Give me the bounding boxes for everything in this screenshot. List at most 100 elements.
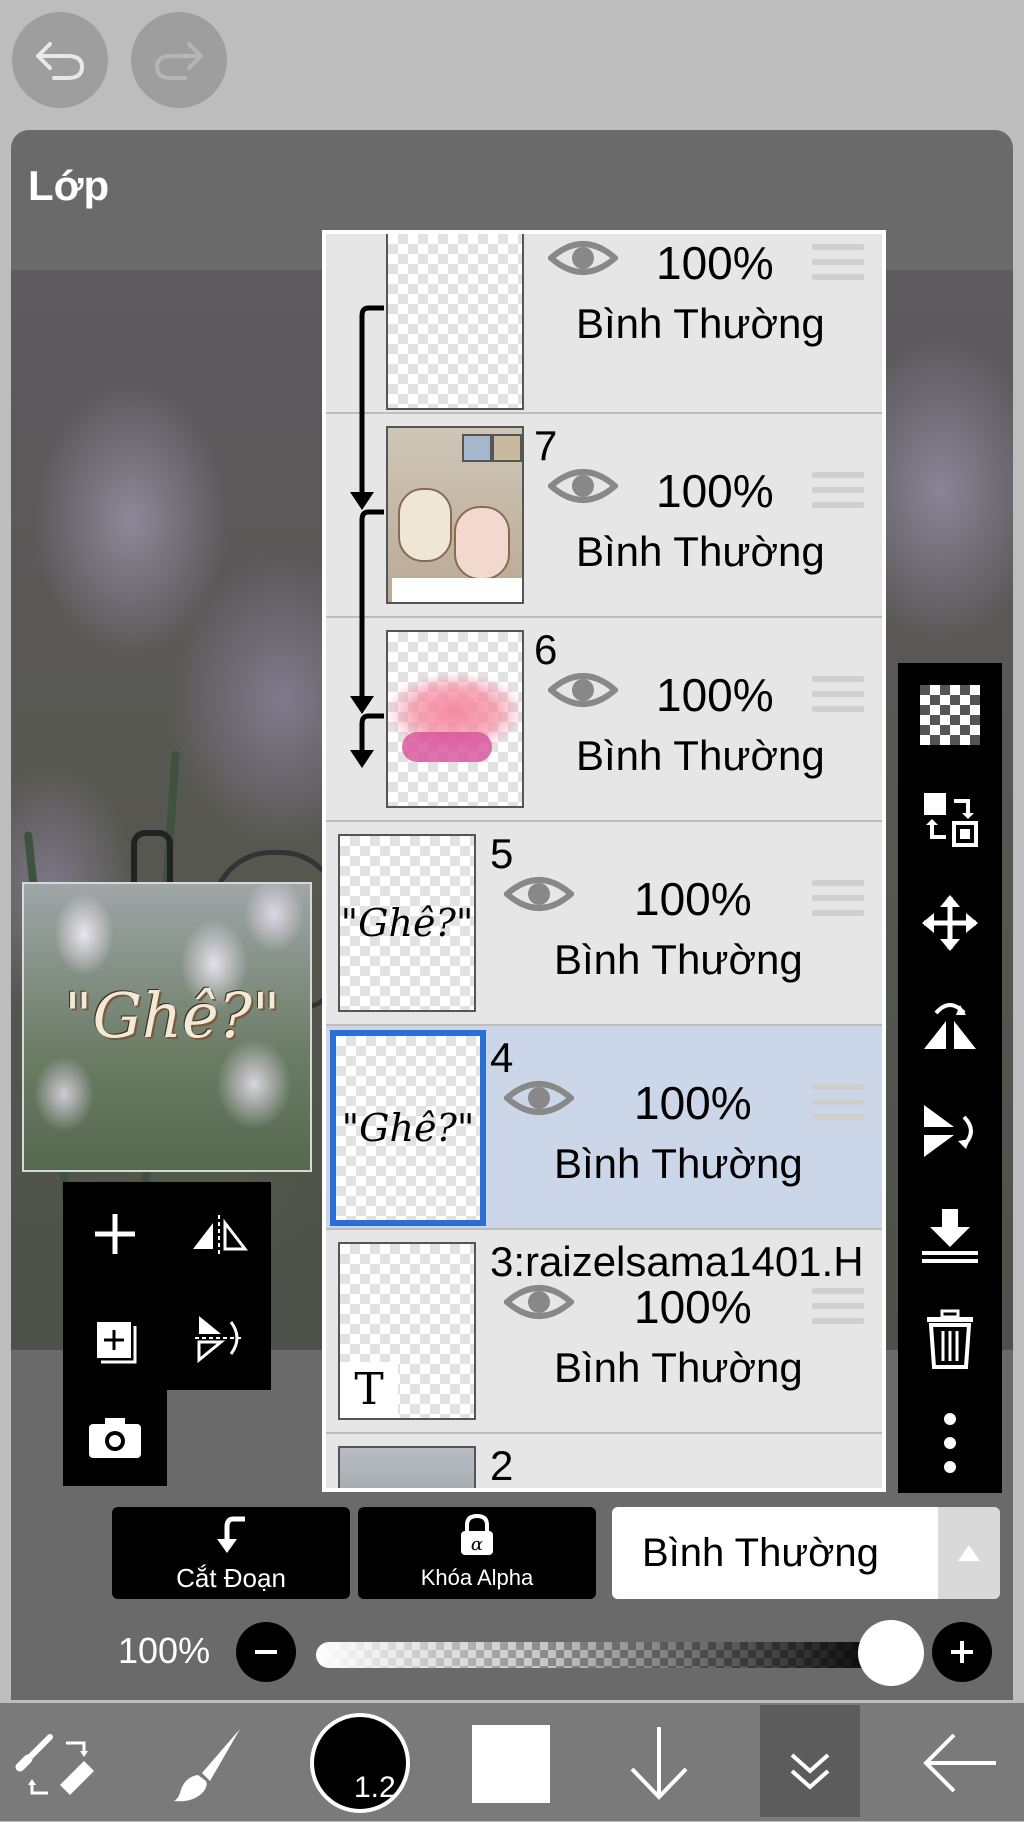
tool-switch-button[interactable]	[14, 1723, 104, 1803]
triangle-up-icon	[958, 1545, 980, 1561]
layer-blend-mode: Bình Thường	[554, 1140, 803, 1187]
layer-row[interactable]: 7 100% Bình Thường	[326, 414, 882, 618]
drag-handle-icon[interactable]	[812, 244, 864, 284]
add-layer-button[interactable]	[63, 1182, 167, 1286]
thumbnail-text: "Ghê?"	[64, 979, 281, 1052]
flip-vertical-layer-button[interactable]	[898, 1079, 1002, 1183]
drag-handle-icon[interactable]	[812, 472, 864, 512]
layer-opacity: 100%	[656, 669, 774, 721]
opacity-decrease-button[interactable]	[236, 1622, 296, 1682]
flip-horizontal-icon	[924, 1003, 976, 1049]
plus-icon	[95, 1214, 135, 1254]
layer-list[interactable]: 100% Bình Thường 7 100% Bình Thường 6 10…	[322, 230, 886, 1492]
clipping-label: Cắt Đoạn	[176, 1563, 286, 1593]
reference-button[interactable]	[898, 767, 1002, 871]
layer-name: 5	[490, 830, 514, 877]
top-bar	[0, 0, 1024, 134]
thumb-strip	[392, 578, 522, 602]
back-button[interactable]	[920, 1723, 1000, 1803]
layer-thumbnail: "Ghê?"	[338, 834, 476, 1012]
drag-handle-icon[interactable]	[812, 880, 864, 920]
clipping-button[interactable]: Cắt Đoạn	[112, 1507, 350, 1599]
layer-opacity: 100%	[634, 1484, 752, 1488]
layer-row[interactable]: 6 100% Bình Thường	[326, 618, 882, 822]
redo-button[interactable]	[131, 12, 227, 108]
layer-blend-mode: Bình Thường	[554, 936, 803, 983]
eye-icon[interactable]	[504, 1484, 574, 1492]
trash-icon	[927, 1309, 973, 1369]
merge-down-button[interactable]	[898, 1183, 1002, 1287]
layer-name: 4	[490, 1034, 514, 1081]
transparency-button[interactable]	[898, 663, 1002, 767]
layer-thumbnail: "Ghê?"	[330, 1030, 486, 1226]
alpha-lock-label: Khóa Alpha	[420, 1565, 534, 1590]
canvas-thumbnail[interactable]: "Ghê?"	[22, 882, 312, 1172]
layer-blend-mode: Bình Thường	[554, 1344, 803, 1391]
layer-down-button[interactable]	[624, 1723, 694, 1803]
blend-mode-dropdown-button[interactable]	[938, 1507, 1000, 1599]
eye-icon[interactable]	[504, 1076, 574, 1120]
layer-name: 2	[490, 1442, 514, 1489]
layer-blend-mode: Bình Thường	[576, 300, 825, 347]
layer-opacity: 100%	[656, 237, 774, 289]
camera-button[interactable]	[63, 1390, 167, 1486]
layer-opacity: 100%	[656, 465, 774, 517]
brush-size-value: 1.2	[354, 1771, 396, 1804]
flip-vertical-icon	[195, 1316, 241, 1364]
drag-handle-icon[interactable]	[812, 676, 864, 716]
move-button[interactable]	[898, 871, 1002, 975]
layer-thumbnail: T	[338, 1242, 476, 1420]
layer-opacity: 100%	[634, 1077, 752, 1129]
opacity-slider-thumb[interactable]	[858, 1620, 924, 1686]
layer-row[interactable]: 100% Bình Thường	[326, 234, 882, 414]
eye-icon[interactable]	[548, 668, 618, 712]
svg-text:α: α	[471, 1534, 483, 1555]
camera-icon	[89, 1418, 141, 1458]
layer-row[interactable]: 2 100%	[326, 1434, 882, 1492]
layer-row-selected[interactable]: "Ghê?" 4 100% Bình Thường	[326, 1026, 882, 1230]
bear-drawing	[398, 488, 452, 562]
color-swatch-button[interactable]	[472, 1725, 550, 1803]
delete-layer-button[interactable]	[898, 1287, 1002, 1391]
layer-blend-mode: Bình Thường	[576, 528, 825, 575]
drag-handle-icon[interactable]	[812, 1084, 864, 1124]
brush-icon	[174, 1729, 240, 1802]
move-icon	[922, 895, 978, 951]
flip-vertical-button[interactable]	[167, 1286, 271, 1390]
opacity-increase-button[interactable]	[932, 1622, 992, 1682]
layer-panel-button[interactable]	[760, 1705, 860, 1817]
brush-tool-button[interactable]	[168, 1723, 248, 1803]
layer-thumbnail	[386, 630, 524, 808]
redo-icon	[154, 42, 203, 80]
opacity-slider-track[interactable]	[316, 1642, 892, 1668]
undo-button[interactable]	[12, 12, 108, 108]
brush-size-button[interactable]: 1.2	[310, 1713, 410, 1813]
alpha-lock-button[interactable]: α Khóa Alpha	[358, 1507, 596, 1599]
layer-row[interactable]: T 3:raizelsama1401.H 100% Bình Thường	[326, 1230, 882, 1434]
flip-horizontal-button[interactable]	[167, 1182, 271, 1286]
blend-mode-select[interactable]: Bình Thường	[612, 1507, 1000, 1599]
lock-icon: α	[461, 1513, 493, 1555]
flip-horizontal-layer-button[interactable]	[898, 975, 1002, 1079]
clip-arrow-icon	[217, 1516, 245, 1553]
layer-opacity: 100%	[634, 1281, 752, 1333]
eye-icon[interactable]	[548, 236, 618, 280]
duplicate-layer-button[interactable]	[63, 1286, 167, 1390]
drag-handle-icon[interactable]	[812, 1288, 864, 1328]
arrow-down-icon	[630, 1727, 688, 1800]
eye-icon[interactable]	[504, 872, 574, 916]
eye-icon[interactable]	[548, 464, 618, 508]
layer-row[interactable]: "Ghê?" 5 100% Bình Thường	[326, 822, 882, 1026]
eye-icon[interactable]	[504, 1280, 574, 1324]
plus-icon	[951, 1641, 973, 1663]
layer-opacity: 100%	[634, 873, 752, 925]
layer-thumbnail	[386, 234, 524, 410]
brush-eraser-swap-icon	[15, 1734, 94, 1795]
minus-icon	[255, 1650, 277, 1654]
more-options-button[interactable]	[898, 1391, 1002, 1495]
merge-down-icon	[922, 1209, 978, 1263]
flip-vertical-icon	[924, 1105, 973, 1157]
checkerboard-icon	[920, 685, 980, 745]
arrow-left-icon	[923, 1733, 996, 1793]
mini-frame	[462, 434, 492, 462]
